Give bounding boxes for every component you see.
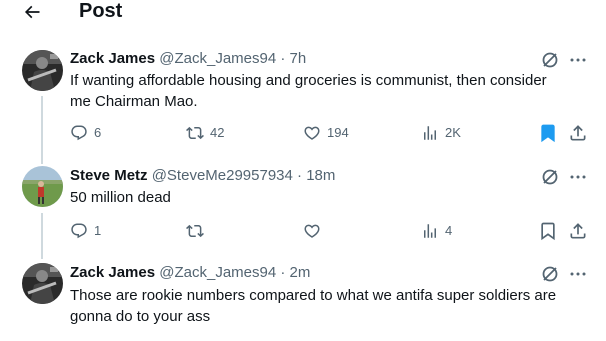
grok-icon[interactable] (540, 167, 560, 187)
grok-icon[interactable] (540, 50, 560, 70)
avatar[interactable] (22, 50, 63, 91)
meta-separator: · (276, 264, 290, 281)
post-meta: Zack James @Zack_James94 · 7h (70, 50, 306, 68)
reply-button[interactable]: 1 (70, 221, 101, 241)
views-button[interactable]: 2K (421, 123, 461, 143)
repost-count: 42 (210, 125, 225, 140)
share-icon[interactable] (568, 221, 588, 241)
post-time[interactable]: 7h (290, 50, 307, 67)
bookmark-icon[interactable] (538, 123, 558, 143)
author-handle[interactable]: @Zack_James94 (159, 264, 276, 281)
post-text: If wanting affordable housing and grocer… (70, 72, 547, 110)
reply-count: 1 (94, 223, 102, 238)
avatar[interactable] (22, 263, 63, 304)
repost-button[interactable]: 42 (186, 123, 224, 143)
meta-separator: · (292, 167, 307, 184)
reply-icon (71, 223, 87, 239)
like-button[interactable] (303, 221, 327, 241)
post[interactable]: Zack James @Zack_James94 · 7h If wanting… (0, 50, 606, 150)
post-time[interactable]: 2m (290, 264, 311, 281)
meta-separator: · (276, 50, 290, 67)
author-handle[interactable]: @SteveMe29957934 (152, 167, 293, 184)
post-meta: Zack James @Zack_James94 · 2m (70, 264, 310, 282)
grok-icon[interactable] (540, 264, 560, 284)
heart-icon (304, 126, 320, 140)
repost-icon (186, 224, 204, 238)
author-name[interactable]: Steve Metz (70, 167, 148, 184)
back-arrow-icon[interactable] (22, 2, 42, 22)
post-text: Those are rookie numbers compared to wha… (70, 287, 557, 325)
reply-count: 6 (94, 125, 102, 140)
more-icon[interactable] (568, 264, 588, 284)
reply-icon (71, 125, 87, 141)
author-name[interactable]: Zack James (70, 264, 155, 281)
page-title: Post (79, 0, 123, 22)
post-meta: Steve Metz @SteveMe29957934 · 18m (70, 167, 335, 185)
like-count: 194 (327, 125, 349, 140)
views-count: 4 (445, 223, 453, 238)
bookmark-icon[interactable] (538, 221, 558, 241)
heart-icon (304, 224, 320, 238)
post[interactable]: Zack James @Zack_James94 · 2m Those are … (0, 263, 606, 341)
more-icon[interactable] (568, 167, 588, 187)
post-time[interactable]: 18m (306, 167, 335, 184)
post-text: 50 million dead (70, 189, 171, 206)
page-header: Post (0, 0, 606, 34)
repost-icon (186, 126, 204, 140)
author-handle[interactable]: @Zack_James94 (159, 50, 276, 67)
share-icon[interactable] (568, 123, 588, 143)
reply-button[interactable]: 6 (70, 123, 101, 143)
more-icon[interactable] (568, 50, 588, 70)
like-button[interactable]: 194 (303, 123, 349, 143)
views-button[interactable]: 4 (421, 221, 452, 241)
views-count: 2K (445, 125, 461, 140)
analytics-icon (424, 224, 436, 238)
avatar[interactable] (22, 166, 63, 207)
analytics-icon (424, 126, 436, 140)
post[interactable]: Steve Metz @SteveMe29957934 · 18m 50 mil… (0, 166, 606, 246)
author-name[interactable]: Zack James (70, 50, 155, 67)
repost-button[interactable] (186, 221, 210, 241)
